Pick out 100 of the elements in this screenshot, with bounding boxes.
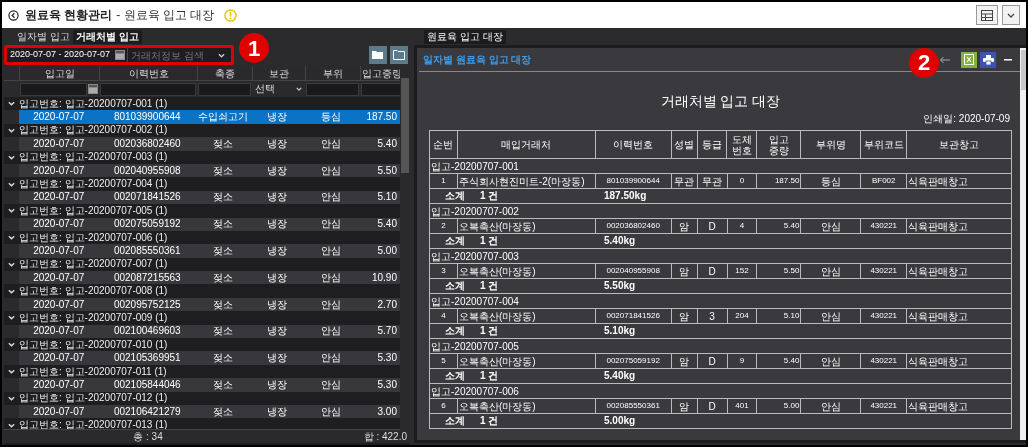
chevron-icon[interactable] bbox=[8, 342, 15, 348]
table-row[interactable]: 2020-07-07 002105844046 젖소 냉장 안심 5.30 bbox=[4, 378, 400, 392]
folder-button[interactable] bbox=[390, 46, 408, 64]
layout-button[interactable] bbox=[976, 5, 998, 25]
chevron-icon[interactable] bbox=[8, 315, 15, 321]
subtotal-count: 1 건 bbox=[480, 235, 500, 247]
group-label: 입고번호: 입고-20200707-009 (1) bbox=[19, 312, 168, 323]
table-cell: 5.40 bbox=[757, 354, 802, 369]
table-cell-text: 안심 bbox=[319, 353, 342, 364]
caret-icon bbox=[1007, 12, 1015, 18]
chevron-icon[interactable] bbox=[8, 261, 15, 267]
calendar-icon[interactable] bbox=[115, 50, 126, 60]
table-cell-text: 안심 bbox=[319, 138, 342, 149]
table-cell-text: 2.70 bbox=[376, 299, 398, 310]
table-cell-text: 냉장 bbox=[266, 138, 289, 149]
filter-field[interactable] bbox=[198, 82, 251, 96]
table-cell-text: 냉장 bbox=[266, 326, 289, 337]
chevron-icon[interactable] bbox=[8, 208, 15, 214]
chevron-icon[interactable] bbox=[8, 288, 15, 294]
group-label: 입고-20200707-005 bbox=[430, 339, 1012, 354]
excel-button[interactable] bbox=[961, 51, 977, 68]
callout-badge: 2 bbox=[909, 48, 939, 78]
group-label: 입고번호: 입고-20200707-012 (1) bbox=[19, 393, 168, 404]
table-cell-text: 젖소 bbox=[212, 326, 235, 337]
table-cell-text: 5.50 bbox=[376, 165, 398, 176]
column-header[interactable]: 입고일 bbox=[19, 66, 99, 80]
caret-icon[interactable] bbox=[218, 52, 226, 58]
column-header: 순번 bbox=[430, 131, 458, 159]
chevron-icon[interactable] bbox=[8, 181, 15, 187]
warning-icon bbox=[224, 8, 238, 22]
back-icon[interactable] bbox=[8, 9, 19, 21]
group-label: 입고번호: 입고-20200707-005 (1) bbox=[19, 205, 168, 216]
subtotal-label: 소계 bbox=[444, 325, 466, 337]
column-header[interactable]: 부위 bbox=[305, 66, 360, 80]
panel-title: 일자별 원료육 입고 대장 bbox=[423, 53, 532, 67]
column-header[interactable]: 보관 bbox=[252, 66, 305, 80]
table-cell-text: 안심 bbox=[319, 272, 342, 283]
table-cell: D bbox=[697, 264, 728, 279]
chevron-icon[interactable] bbox=[8, 369, 15, 374]
table-cell: 152 bbox=[727, 264, 758, 279]
tab[interactable]: 거래처별 입고 bbox=[72, 30, 142, 44]
scrollbar[interactable] bbox=[1020, 48, 1026, 440]
calendar-icon[interactable] bbox=[88, 84, 98, 94]
table-cell-text: 002105844046 bbox=[112, 379, 182, 390]
chevron-icon[interactable] bbox=[8, 154, 15, 160]
table-cell: D bbox=[697, 219, 728, 234]
table-cell-text: 3.00 bbox=[376, 406, 398, 417]
print-button[interactable] bbox=[980, 51, 996, 68]
group-label: 입고번호: 입고-20200707-007 (1) bbox=[19, 259, 168, 270]
filter-select[interactable]: 선택 bbox=[253, 82, 304, 96]
subtotal-count: 1 건 bbox=[480, 415, 500, 427]
folder-outline-icon bbox=[393, 50, 405, 60]
table-cell: 204 bbox=[727, 309, 758, 324]
print-icon bbox=[982, 54, 994, 65]
table-cell-text: 2020-07-07 bbox=[32, 192, 86, 203]
table-cell: 002036802460 bbox=[595, 219, 672, 234]
column-header: 등급 bbox=[697, 131, 728, 159]
group-label: 입고번호: 입고-20200707-006 (1) bbox=[19, 232, 168, 243]
group-label: 입고번호: 입고-20200707-002 (1) bbox=[19, 125, 168, 136]
table-cell-text: 안심 bbox=[319, 165, 342, 176]
footer-count: 총 : 34 bbox=[132, 430, 164, 444]
table-row[interactable]: 2020-07-07 801039900644 수입쇠고기 냉장 등심 187.50 bbox=[4, 110, 400, 124]
table-cell-text: 젖소 bbox=[212, 219, 235, 230]
table-cell-text: 2020-07-07 bbox=[32, 112, 86, 123]
subtotal-weight: 5.10kg bbox=[604, 325, 637, 337]
table-cell-text: 002085550361 bbox=[112, 246, 182, 256]
group-label: 입고-20200707-002 bbox=[430, 204, 1012, 219]
tab[interactable]: 일자별 입고 bbox=[14, 30, 73, 44]
table-row[interactable]: 2020-07-07 002036802460 젖소 냉장 안심 5.40 bbox=[4, 137, 400, 151]
filter-field[interactable] bbox=[361, 82, 401, 96]
table-row[interactable]: 2020-07-07 002085550361 젖소 냉장 안심 5.00 bbox=[4, 244, 400, 258]
column-header[interactable]: 축종 bbox=[197, 66, 252, 80]
tab[interactable]: 원료육 입고 대장 bbox=[424, 30, 506, 44]
subtotal-count: 1 건 bbox=[480, 190, 500, 202]
chevron-icon[interactable] bbox=[8, 422, 15, 428]
filter-field[interactable] bbox=[20, 82, 87, 96]
table-cell-text: 안심 bbox=[319, 406, 342, 417]
table-row[interactable]: 2020-07-07 002087215563 젖소 냉장 안심 10.90 bbox=[4, 271, 400, 285]
subtotal-weight: 5.40kg bbox=[604, 235, 637, 247]
subtotal-label: 소계 bbox=[444, 235, 466, 247]
table-cell-text: 002105369951 bbox=[112, 353, 182, 364]
table-cell: 오복축산(마장동) bbox=[457, 354, 596, 369]
table-cell: 안심 bbox=[801, 264, 862, 279]
column-header[interactable]: 이력번호 bbox=[99, 66, 197, 80]
table-cell-text: 002075059192 bbox=[112, 219, 182, 230]
group-label: 입고번호: 입고-20200707-001 (1) bbox=[19, 98, 168, 109]
chevron-icon[interactable] bbox=[8, 395, 15, 401]
table-cell: 식육판매창고 bbox=[907, 219, 1012, 234]
table-row[interactable]: 2020-07-07 002105369951 젖소 냉장 안심 5.30 bbox=[4, 351, 400, 365]
open-folder-button[interactable] bbox=[369, 46, 387, 64]
filter-field[interactable] bbox=[306, 82, 359, 96]
table-cell-text: 2020-07-07 bbox=[32, 138, 86, 149]
filter-field[interactable] bbox=[100, 82, 196, 96]
chevron-icon[interactable] bbox=[8, 235, 15, 241]
table-cell: 5.00 bbox=[757, 399, 802, 414]
subtotal-label: 소계 bbox=[444, 370, 466, 382]
table-cell-text: 2020-07-07 bbox=[32, 353, 86, 364]
chevron-icon[interactable] bbox=[8, 101, 15, 107]
minimize-icon[interactable] bbox=[1004, 58, 1012, 61]
chevron-icon[interactable] bbox=[8, 127, 15, 133]
